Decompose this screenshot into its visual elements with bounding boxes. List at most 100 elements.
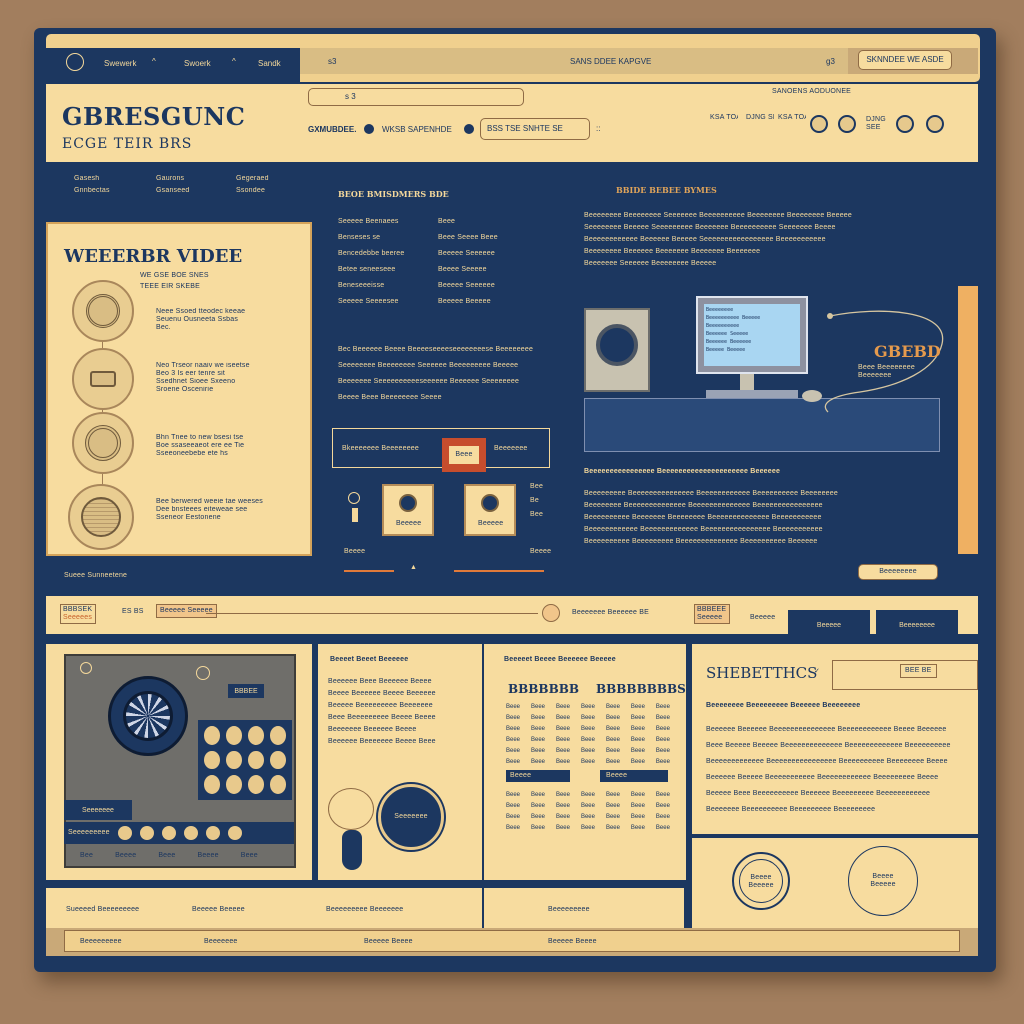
footer-col-2[interactable]: Beeeee Beeeee	[192, 906, 245, 914]
chevron-up-icon[interactable]: ^	[152, 57, 156, 67]
device-row-label[interactable]: Seeeeeee	[64, 800, 132, 820]
tab-3[interactable]: Sandk	[258, 59, 281, 69]
table-cell: Beee	[506, 737, 521, 743]
subnav-item-3[interactable]: Gegeraed Ssondee	[236, 175, 269, 195]
device-button[interactable]	[139, 826, 154, 840]
tool-label-2[interactable]: WKSB SAPENHDE	[382, 125, 452, 135]
table-cell: Beee	[580, 726, 595, 732]
user-icon[interactable]	[810, 115, 828, 133]
table-cell: Beee	[630, 759, 645, 765]
search-input[interactable]: s 3	[308, 88, 524, 106]
key-button[interactable]	[248, 750, 264, 770]
power-knob-icon[interactable]	[80, 662, 92, 674]
pin-icon[interactable]: ▲	[410, 564, 417, 572]
footer-col-1[interactable]: Sueeeed Beeeeeeeee	[66, 906, 139, 914]
reel-icon[interactable]	[108, 676, 188, 756]
key-button[interactable]	[270, 726, 286, 745]
subnav-item-2[interactable]: Gaurons Gsanseed	[156, 175, 190, 195]
device-button[interactable]	[183, 826, 198, 840]
footer-bottom-4[interactable]: Beeeee Beeee	[548, 938, 597, 946]
table-cell: Beee	[630, 748, 645, 754]
settings-icon[interactable]: g3	[826, 57, 835, 67]
right-scroll-handle[interactable]	[958, 286, 978, 554]
key-button[interactable]	[248, 775, 264, 794]
settings-tag[interactable]: BEE BE	[900, 664, 937, 678]
menu-icon[interactable]: ::	[596, 124, 600, 134]
header-icon-label-4: DJNG SEE	[866, 116, 886, 131]
mid-dial[interactable]: Seeeeeee	[378, 784, 444, 850]
item-medallion-3[interactable]	[72, 412, 134, 474]
globe-icon[interactable]	[838, 115, 856, 133]
subnav-item-1[interactable]: Gasesh Gnnbectas	[74, 175, 110, 195]
record-button[interactable]: Beee	[442, 438, 486, 472]
item-medallion-1[interactable]	[72, 280, 134, 342]
table-cell: Beee	[580, 737, 595, 743]
monitor-stand	[740, 374, 754, 390]
strip-slider-knob[interactable]	[542, 604, 560, 622]
record-icon[interactable]	[364, 124, 374, 134]
right-panel-button[interactable]: Beeeeeeee	[858, 564, 938, 580]
table-cell: Beee	[630, 792, 645, 798]
knob-icon	[481, 494, 499, 512]
device-button[interactable]	[161, 826, 176, 840]
key-button[interactable]	[270, 750, 286, 770]
tool-label[interactable]: GXMUBDEE.	[308, 125, 356, 135]
power-icon[interactable]	[926, 115, 944, 133]
seal-1-inner: Beeee Beeeee	[739, 859, 783, 903]
pin-icon[interactable]: ✓	[814, 668, 820, 676]
footer-col-3[interactable]: Beeeeeeeee Beeeeeee	[326, 906, 403, 914]
device-button[interactable]	[205, 826, 220, 840]
header-input[interactable]: BSS TSE SNHTE SE	[480, 118, 590, 140]
device-row-label-2: Seeeeeeeee	[68, 829, 110, 836]
key-button[interactable]	[204, 750, 220, 770]
key-button[interactable]	[270, 775, 286, 794]
device-button[interactable]	[117, 826, 132, 840]
tab-2[interactable]: Swoerk	[184, 59, 211, 69]
key-button[interactable]	[226, 750, 242, 770]
lamp-icon[interactable]	[348, 492, 360, 504]
item-medallion-4[interactable]	[68, 484, 134, 550]
table-cell: Beee	[530, 803, 545, 809]
strip-right-tag[interactable]: BBBEEE Seeeee	[694, 604, 730, 624]
tab-1[interactable]: Swewerk	[104, 59, 136, 69]
speaker-cone-icon	[596, 324, 638, 366]
top-action-button[interactable]: SKNNDEE WE ASDE	[858, 50, 952, 70]
bell-icon[interactable]	[896, 115, 914, 133]
table-cell: Beee	[555, 759, 570, 765]
knob-label-2: Beeeee	[478, 520, 504, 527]
footer-col-4[interactable]: Beeeeeeeee	[548, 906, 590, 914]
key-button[interactable]	[226, 726, 242, 745]
knob-card-2[interactable]: Beeeee	[464, 484, 516, 536]
left-panel-title: WEEERBR VIDEE	[64, 246, 243, 267]
progress-right	[454, 570, 544, 572]
chevron-up-icon[interactable]: ^	[232, 57, 236, 67]
item-medallion-2[interactable]	[72, 348, 134, 410]
table-row: Beee Beee Beee Beee Beee Beee Beee	[506, 825, 670, 836]
key-button[interactable]	[204, 775, 220, 794]
device-button[interactable]	[227, 826, 242, 840]
strip-button-1[interactable]: Beeeee	[788, 610, 870, 640]
table-cell: Beee	[530, 737, 545, 743]
key-button[interactable]	[204, 726, 220, 745]
lamp-knob-icon[interactable]	[196, 666, 210, 680]
key-button[interactable]	[248, 726, 264, 745]
strip-button-2[interactable]: Beeeeeeee	[876, 610, 958, 640]
table-cell: Beee	[655, 803, 670, 809]
table-cell: Beee	[655, 748, 670, 754]
strip-tag[interactable]: ES BS	[122, 608, 144, 616]
logo-icon[interactable]	[66, 53, 84, 71]
table-cell: Beee	[605, 726, 620, 732]
strip-tag-2[interactable]: Beeeee Seeeee	[156, 604, 217, 618]
footer-bottom-2[interactable]: Beeeeeee	[204, 938, 238, 946]
table-cell: Beee	[605, 737, 620, 743]
strip-left-tag[interactable]: BBBSEK Seeeees	[60, 604, 96, 624]
key-button[interactable]	[226, 775, 242, 794]
knob-card-1[interactable]: Beeeee	[382, 484, 434, 536]
mic-icon[interactable]	[464, 124, 474, 134]
footer-bottom-3[interactable]: Beeeee Beeee	[364, 938, 413, 946]
lamp-base-icon	[342, 830, 362, 870]
table-cell: Beee	[580, 715, 595, 721]
center-footer-left: Beeee	[344, 548, 366, 555]
table-bar-label-2: Beeee	[606, 772, 628, 779]
footer-bottom-1[interactable]: Beeeeeeeee	[80, 938, 122, 946]
